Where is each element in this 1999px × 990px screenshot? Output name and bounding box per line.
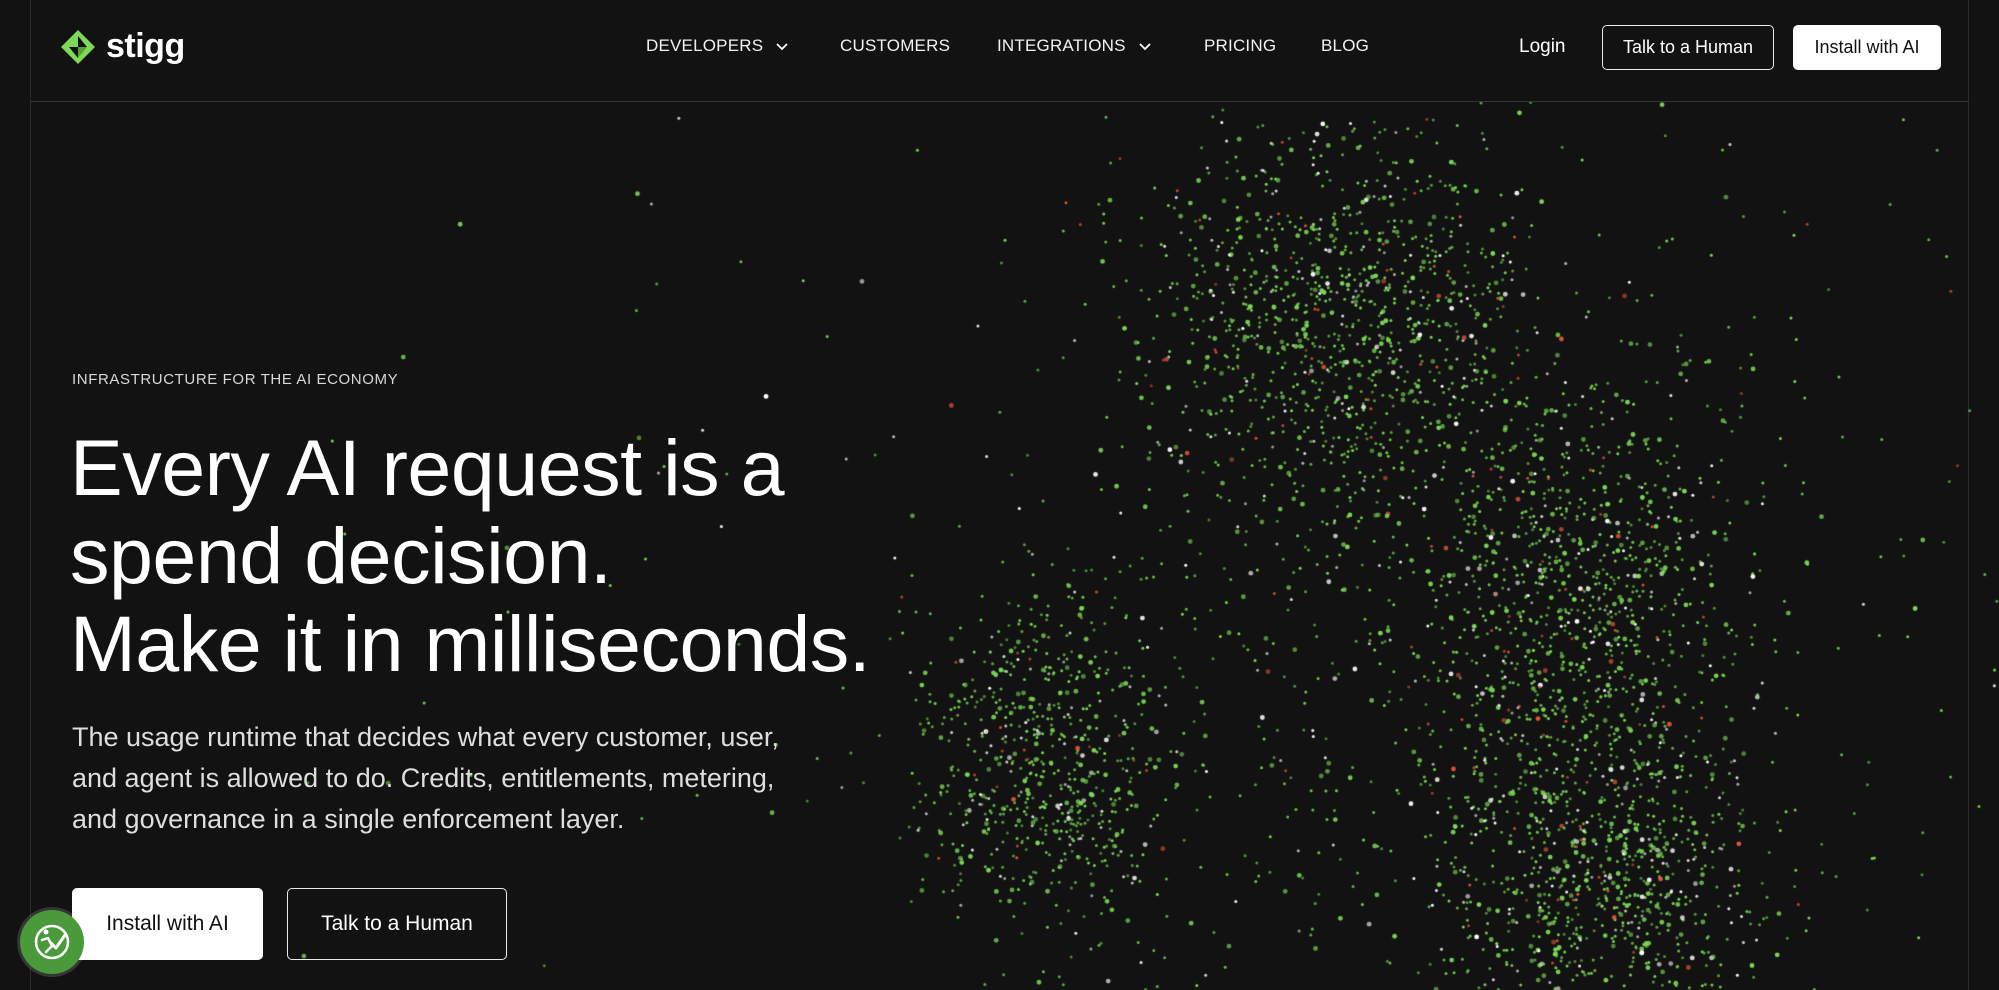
nav-item-label: INTEGRATIONS <box>997 36 1126 55</box>
hero-headline: Every AI request is a spend decision. Ma… <box>70 423 871 688</box>
headline-line: spend decision. <box>70 511 612 600</box>
chevron-down-icon <box>1139 43 1151 51</box>
hero-install-with-ai-button[interactable]: Install with AI <box>72 888 263 960</box>
hero-talk-to-human-button[interactable]: Talk to a Human <box>287 888 507 960</box>
accessibility-widget-button[interactable] <box>20 910 84 974</box>
install-with-ai-button[interactable]: Install with AI <box>1793 25 1941 70</box>
nav-item-integrations[interactable]: INTEGRATIONS <box>997 36 1152 56</box>
nav-item-customers[interactable]: CUSTOMERS <box>840 36 950 56</box>
accessibility-icon <box>34 924 70 960</box>
subtitle-line: The usage runtime that decides what ever… <box>72 722 779 752</box>
stigg-logo-icon <box>61 29 95 64</box>
nav-item-label: DEVELOPERS <box>646 36 764 55</box>
chevron-down-icon <box>776 43 788 51</box>
nav-item-blog[interactable]: BLOG <box>1321 36 1369 56</box>
subtitle-line: and agent is allowed to do. Credits, ent… <box>72 763 775 793</box>
subtitle-line: and governance in a single enforcement l… <box>72 804 625 834</box>
nav-item-pricing[interactable]: PRICING <box>1204 36 1276 56</box>
headline-line: Every AI request is a <box>70 423 785 512</box>
talk-to-human-button[interactable]: Talk to a Human <box>1602 25 1774 70</box>
nav-item-label: PRICING <box>1204 36 1277 55</box>
nav-item-label: BLOG <box>1321 36 1370 55</box>
hero-subtitle: The usage runtime that decides what ever… <box>72 717 892 840</box>
login-link[interactable]: Login <box>1519 36 1566 58</box>
logo[interactable]: stigg <box>60 27 185 66</box>
nav-item-label: CUSTOMERS <box>840 36 951 55</box>
site-header: stigg DEVELOPERS CUSTOMERS INTEGRATIONS … <box>30 0 1969 102</box>
nav-item-developers[interactable]: DEVELOPERS <box>646 36 789 56</box>
hero-eyebrow: INFRASTRUCTURE FOR THE AI ECONOMY <box>72 371 399 388</box>
brand-name: stigg <box>106 27 185 65</box>
headline-line: Make it in milliseconds. <box>70 599 871 688</box>
